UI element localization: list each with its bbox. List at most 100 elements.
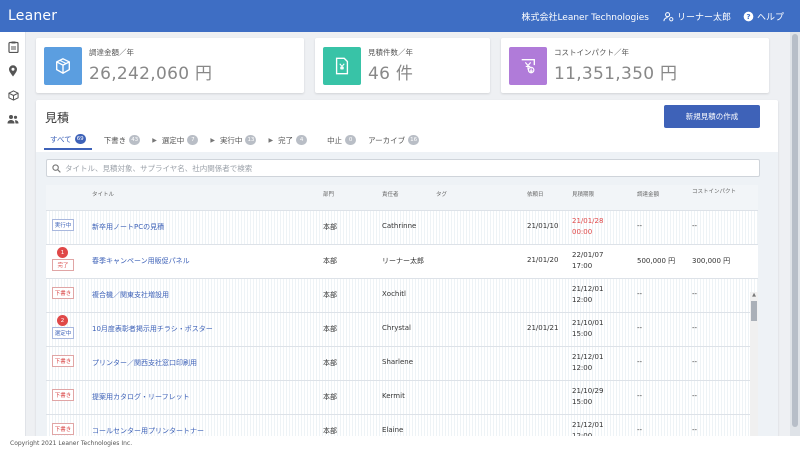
table-row[interactable]: 2 選定中 10月度表彰者掲示用チラシ・ポスター 本部 Chrystal 21/01/21… <box>46 313 758 347</box>
user-name: リーナー太郎 <box>676 12 731 23</box>
tab-count-badge: 0 <box>345 135 357 145</box>
app-logo[interactable]: Leaner <box>0 8 57 24</box>
quote-title-link[interactable]: 新卒用ノートPCの見積 <box>92 222 164 232</box>
stat-value: 11,351,350 円 <box>554 64 678 84</box>
table-row[interactable]: 下書き 提案用カタログ・リーフレット 本部 Kermit 21/10/29 15:00 --… <box>46 381 758 415</box>
play-arrow-icon: ▶ <box>152 136 157 144</box>
search-input[interactable] <box>65 163 745 173</box>
svg-text:?: ? <box>746 11 750 20</box>
sidebar-item-products[interactable] <box>0 84 26 106</box>
deadline-time-cell: 12:00 <box>572 296 593 304</box>
deadline-date-cell: 21/01/28 <box>572 217 604 225</box>
company-name: 株式会社Leaner Technologies <box>521 12 649 23</box>
department-cell: 本部 <box>323 393 337 401</box>
tab-selecting[interactable]: ▶ 選定中 7 <box>146 130 204 150</box>
column-header-deadline[interactable]: 見積期限 <box>572 190 594 198</box>
tab-count-badge: 43 <box>129 135 141 145</box>
column-header-title[interactable]: タイトル <box>92 190 114 198</box>
column-header-impact[interactable]: コストインパクト <box>692 187 736 195</box>
deadline-date-cell: 21/12/01 <box>572 421 604 429</box>
column-header-tag[interactable]: タグ <box>436 190 447 198</box>
tab-label: 実行中 <box>219 135 243 145</box>
table-scrollbar[interactable]: ▲ <box>750 292 758 436</box>
column-header-request-date[interactable]: 依頼日 <box>527 190 544 198</box>
quote-title-link[interactable]: 提案用カタログ・リーフレット <box>92 392 190 402</box>
status-badge: 選定中 <box>52 327 74 339</box>
deadline-time-cell: 12:00 <box>572 364 593 372</box>
tab-draft[interactable]: 下書き 43 <box>98 130 147 150</box>
stat-label: 見積件数／年 <box>368 48 413 57</box>
quotes-table: タイトル 部門 責任者 タグ 依頼日 見積期限 調達金額 コストインパクト 実行… <box>46 185 758 436</box>
sidebar-item-quotes[interactable] <box>0 36 26 58</box>
stat-card-quote-count: 見積件数／年 46 件 <box>315 38 490 93</box>
tab-label: 下書き <box>103 135 127 145</box>
table-scrollbar-thumb[interactable] <box>751 301 757 321</box>
deadline-time-cell: 15:00 <box>572 398 593 406</box>
quote-title-link[interactable]: 10月度表彰者掲示用チラシ・ポスター <box>92 324 213 334</box>
tab-completed[interactable]: ▶ 完了 4 <box>262 130 313 150</box>
table-row[interactable]: 下書き プリンター／関西支社窓口印刷用 本部 Sharlene 21/12/01 12:0… <box>46 347 758 381</box>
department-cell: 本部 <box>323 223 337 231</box>
quotes-panel: 見積 新規見積の作成 すべて 69 下書き 43 ▶ 選定中 7 ▶ 実行中 1… <box>36 100 778 436</box>
new-quote-button[interactable]: 新規見積の作成 <box>664 105 760 128</box>
tab-label: 完了 <box>278 135 294 145</box>
owner-cell: Chrystal <box>382 324 411 332</box>
tab-count-badge: 16 <box>408 135 420 145</box>
tab-in-progress[interactable]: ▶ 実行中 13 <box>204 130 262 150</box>
amount-cell: 500,000 円 <box>637 257 676 265</box>
deadline-time-cell: 00:00 <box>572 228 593 236</box>
main-content: 調達金額／年 26,242,060 円 見積件数／年 46 件 コストインパクト… <box>26 32 790 436</box>
impact-cell: -- <box>692 290 698 298</box>
tab-count-badge: 69 <box>74 134 86 144</box>
department-cell: 本部 <box>323 291 337 299</box>
impact-cell: -- <box>692 324 698 332</box>
impact-cell: -- <box>692 426 698 434</box>
notification-count-badge: 2 <box>57 315 68 326</box>
cube-icon <box>56 57 70 74</box>
stat-tile <box>323 46 361 85</box>
scroll-up-arrow-icon[interactable]: ▲ <box>750 292 758 300</box>
deadline-time-cell: 15:00 <box>572 330 593 338</box>
table-row[interactable]: 下書き コールセンター用プリンタートナー 本部 Elaine 21/12/01 12:00… <box>46 415 758 436</box>
status-badge: 下書き <box>52 389 74 401</box>
help-link[interactable]: ? ヘルプ <box>743 10 784 23</box>
quote-title-link[interactable]: コールセンター用プリンタートナー <box>92 426 204 436</box>
tab-count-badge: 13 <box>245 135 257 145</box>
status-badge: 下書き <box>52 355 74 367</box>
column-header-amount[interactable]: 調達金額 <box>637 190 659 198</box>
stat-tile <box>509 46 547 85</box>
page-title: 見積 <box>45 111 70 125</box>
owner-cell: Elaine <box>382 426 404 434</box>
stat-card-cost-impact: コストインパクト／年 11,351,350 円 <box>501 38 769 93</box>
page-scrollbar[interactable] <box>790 32 800 436</box>
copyright-text: Copyright 2021 Leaner Technologies Inc. <box>10 439 133 447</box>
table-header: タイトル 部門 責任者 タグ 依頼日 見積期限 調達金額 コストインパクト <box>46 185 758 211</box>
sidebar-item-locations[interactable] <box>0 60 26 82</box>
amount-cell: -- <box>637 324 643 332</box>
column-header-owner[interactable]: 責任者 <box>382 190 399 198</box>
search-box[interactable] <box>46 159 760 177</box>
amount-cell: -- <box>637 290 643 298</box>
quote-title-link[interactable]: 春季キャンペーン用販促パネル <box>92 256 190 266</box>
column-header-department[interactable]: 部門 <box>323 190 334 198</box>
page-scrollbar-thumb[interactable] <box>792 34 798 427</box>
stat-value: 46 件 <box>368 64 414 84</box>
stat-tile <box>44 46 82 85</box>
table-row[interactable]: 1 完了 春季キャンペーン用販促パネル 本部 リーナー太郎 21/01/20 22/01/0… <box>46 245 758 279</box>
box-icon <box>7 89 19 101</box>
quote-title-link[interactable]: 複合機／関東支社増設用 <box>92 290 169 300</box>
deadline-date-cell: 21/10/29 <box>572 387 604 395</box>
stat-card-procurement: 調達金額／年 26,242,060 円 <box>36 38 304 93</box>
tab-all[interactable]: すべて 69 <box>44 130 92 150</box>
impact-cell: -- <box>692 222 698 230</box>
quote-title-link[interactable]: プリンター／関西支社窓口印刷用 <box>92 358 197 368</box>
tab-cancelled[interactable]: 中止 0 <box>321 130 362 150</box>
table-row[interactable]: 下書き 複合機／関東支社増設用 本部 Xochitl 21/12/01 12:00 -- -- <box>46 279 758 313</box>
table-row[interactable]: 実行中 新卒用ノートPCの見積 本部 Cathrinne 21/01/10 21/01/2… <box>46 211 758 245</box>
tab-label: 中止 <box>327 135 343 145</box>
user-menu[interactable]: リーナー太郎 <box>663 10 731 23</box>
help-icon: ? <box>743 11 754 21</box>
department-cell: 本部 <box>323 325 337 333</box>
sidebar-item-users[interactable] <box>0 108 26 130</box>
tab-archive[interactable]: アーカイブ 16 <box>362 130 425 150</box>
